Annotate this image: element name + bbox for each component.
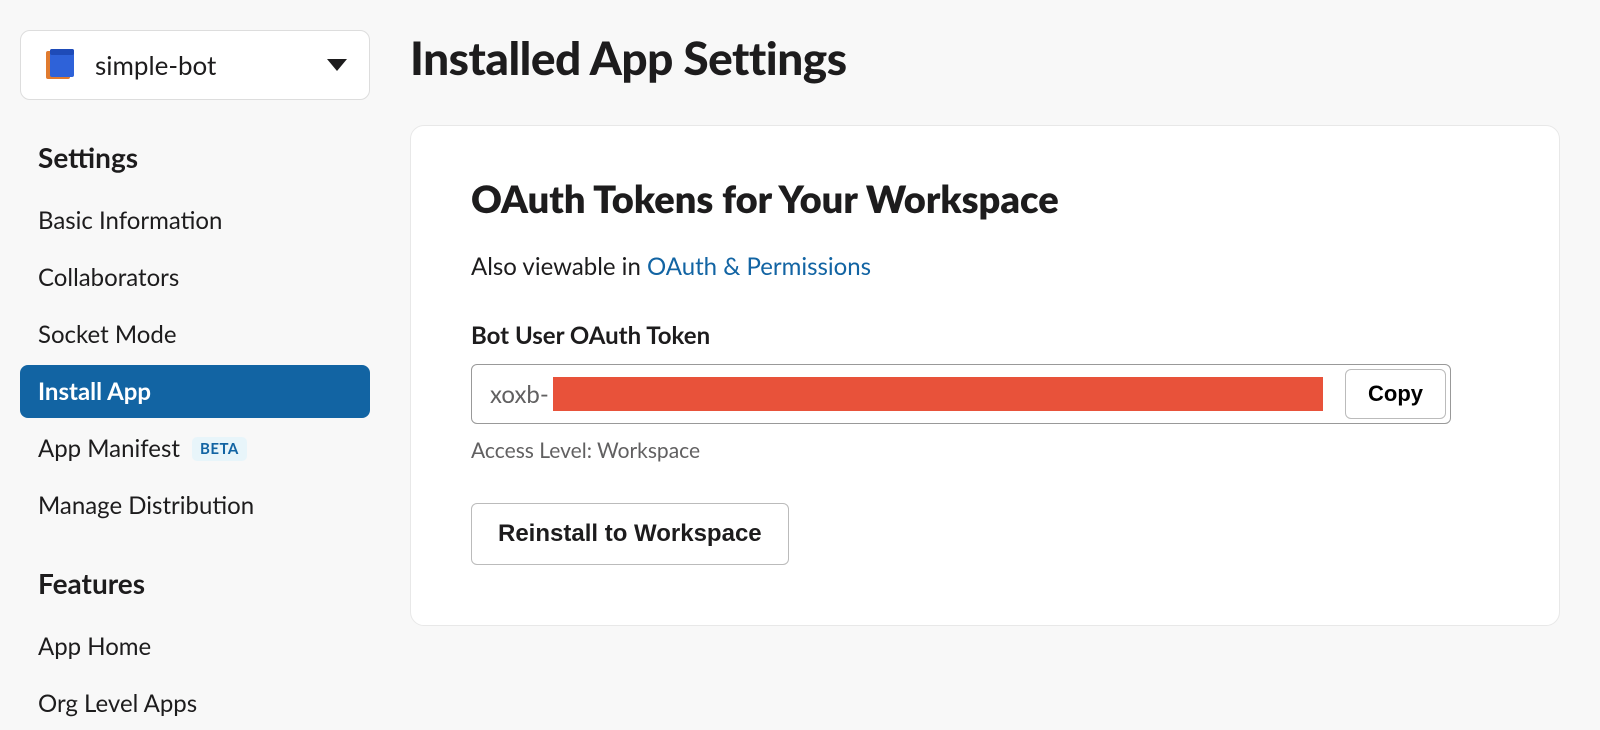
sidebar-item-collaborators[interactable]: Collaborators [20,251,370,304]
oauth-tokens-card: OAuth Tokens for Your Workspace Also vie… [410,125,1560,626]
caret-down-icon [327,59,347,71]
token-field-label: Bot User OAuth Token [471,321,1499,350]
sidebar-item-label: Socket Mode [38,320,177,349]
sidebar: simple-bot Settings Basic Information Co… [0,0,390,724]
beta-badge: BETA [192,437,247,461]
token-prefix: xoxb- [490,380,549,409]
reinstall-button[interactable]: Reinstall to Workspace [471,503,789,565]
bot-token-input[interactable]: xoxb- [472,365,1341,423]
nav-group-features: Features App Home Org Level Apps [20,566,370,730]
sidebar-item-label: Install App [38,377,151,406]
sidebar-item-label: App Home [38,632,151,661]
nav-group-title: Features [38,566,370,600]
access-level-text: Access Level: Workspace [471,438,1499,463]
token-row: xoxb- Copy [471,364,1451,424]
sidebar-item-label: App Manifest [38,434,180,463]
sidebar-item-socket-mode[interactable]: Socket Mode [20,308,370,361]
main-content: Installed App Settings OAuth Tokens for … [390,0,1600,724]
sidebar-item-org-level-apps[interactable]: Org Level Apps [20,677,370,730]
subtext-prefix: Also viewable in [471,252,647,281]
app-selector-name: simple-bot [95,49,327,81]
sidebar-item-label: Org Level Apps [38,689,197,718]
oauth-permissions-link[interactable]: OAuth & Permissions [647,252,871,281]
sidebar-item-install-app[interactable]: Install App [20,365,370,418]
token-redacted-area [553,377,1323,411]
sidebar-item-label: Collaborators [38,263,179,292]
app-selector-dropdown[interactable]: simple-bot [20,30,370,100]
nav-group-settings: Settings Basic Information Collaborators… [20,140,370,532]
card-title: OAuth Tokens for Your Workspace [471,176,1499,222]
nav-group-title: Settings [38,140,370,174]
card-subtext: Also viewable in OAuth & Permissions [471,252,1499,281]
sidebar-item-app-manifest[interactable]: App Manifest BETA [20,422,370,475]
sidebar-item-manage-distribution[interactable]: Manage Distribution [20,479,370,532]
sidebar-item-basic-information[interactable]: Basic Information [20,194,370,247]
page-title: Installed App Settings [410,30,1560,85]
book-icon [43,47,79,83]
sidebar-item-label: Manage Distribution [38,491,254,520]
sidebar-item-app-home[interactable]: App Home [20,620,370,673]
sidebar-item-label: Basic Information [38,206,222,235]
copy-button[interactable]: Copy [1345,369,1446,419]
